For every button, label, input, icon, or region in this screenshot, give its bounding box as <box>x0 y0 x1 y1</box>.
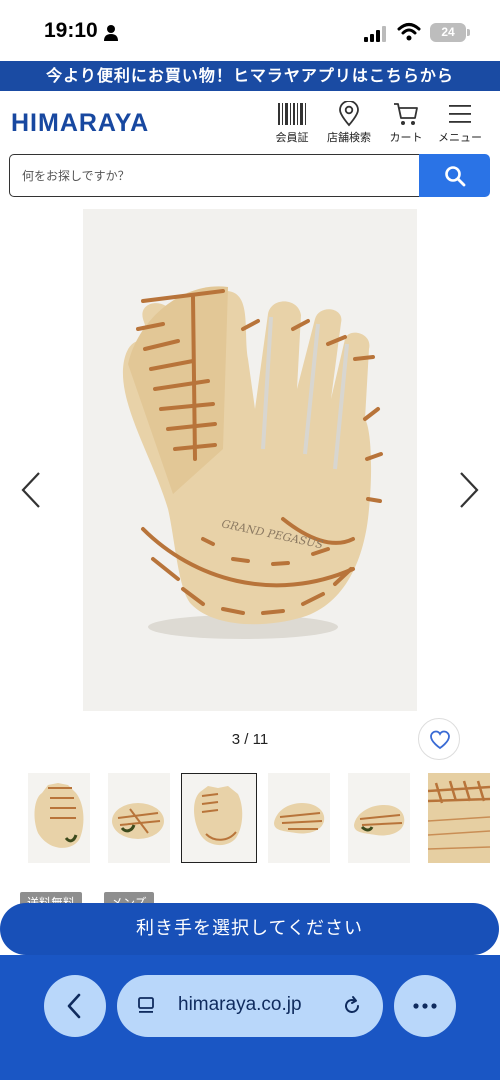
signal-icon <box>364 26 386 42</box>
search-bar <box>9 154 490 197</box>
member-card-button[interactable]: 会員証 <box>262 101 322 147</box>
browser-more-button[interactable] <box>394 975 456 1037</box>
chevron-left-icon <box>67 993 81 1019</box>
thumbnail-6[interactable] <box>428 773 490 863</box>
baseball-glove-image: GRAND PEGASUS <box>122 286 383 639</box>
thumbnail-4[interactable] <box>268 773 330 863</box>
member-card-label: 会員証 <box>275 131 309 144</box>
glove-thumbnail-icon <box>194 786 243 846</box>
site-header: HIMARAYA 会員証 店舗検索 カート メニュー <box>0 91 500 153</box>
menu-label: メニュー <box>438 131 482 144</box>
carousel-prev-button[interactable] <box>17 470 47 510</box>
more-dots-icon <box>413 1003 437 1009</box>
thumbnail-2[interactable] <box>108 773 170 863</box>
search-input[interactable] <box>9 154 419 197</box>
reload-icon[interactable] <box>341 995 363 1017</box>
store-search-label: 店舗検索 <box>327 131 371 144</box>
glove-thumbnail-icon <box>428 773 490 863</box>
cart-label: カート <box>389 131 423 144</box>
glove-thumbnail-icon <box>354 805 405 836</box>
thumbnail-3-active[interactable] <box>181 773 257 863</box>
status-time: 19:10 <box>44 19 98 42</box>
thumbnail-5[interactable] <box>348 773 410 863</box>
image-counter: 3 / 11 <box>231 731 269 748</box>
carousel-next-button[interactable] <box>453 470 483 510</box>
location-pin-icon <box>339 101 359 127</box>
thumbnail-1[interactable] <box>28 773 90 863</box>
search-button[interactable] <box>419 154 490 197</box>
heart-icon <box>430 730 450 750</box>
store-search-button[interactable]: 店舗検索 <box>319 101 379 147</box>
cart-button[interactable]: カート <box>376 101 436 147</box>
page-menu-icon <box>138 997 154 1013</box>
person-icon <box>104 25 118 41</box>
glove-thumbnail-icon <box>112 803 164 839</box>
battery-tip <box>467 29 470 36</box>
app-download-banner[interactable]: 今より便利にお買い物！ヒマラヤアプリはこちらから <box>0 61 500 91</box>
product-main-image[interactable]: GRAND PEGASUS <box>83 209 417 711</box>
status-bar: 19:10 24 <box>0 0 500 62</box>
cart-icon <box>394 103 418 125</box>
browser-toolbar: himaraya.co.jp <box>0 955 500 1080</box>
select-handedness-button[interactable]: 利き手を選択してください <box>0 903 499 955</box>
site-logo[interactable]: HIMARAYA <box>11 109 149 138</box>
wifi-icon <box>397 23 421 41</box>
search-icon <box>445 166 466 187</box>
favorite-button[interactable] <box>418 718 460 760</box>
glove-thumbnail-icon <box>274 803 325 834</box>
battery-indicator: 24 <box>430 23 466 42</box>
browser-url-bar[interactable]: himaraya.co.jp <box>117 975 383 1037</box>
hamburger-menu-icon <box>449 105 471 123</box>
menu-button[interactable]: メニュー <box>430 101 490 147</box>
barcode-icon <box>278 103 306 125</box>
browser-back-button[interactable] <box>44 975 106 1037</box>
browser-url-text: himaraya.co.jp <box>178 994 302 1015</box>
glove-thumbnail-icon <box>34 783 84 848</box>
